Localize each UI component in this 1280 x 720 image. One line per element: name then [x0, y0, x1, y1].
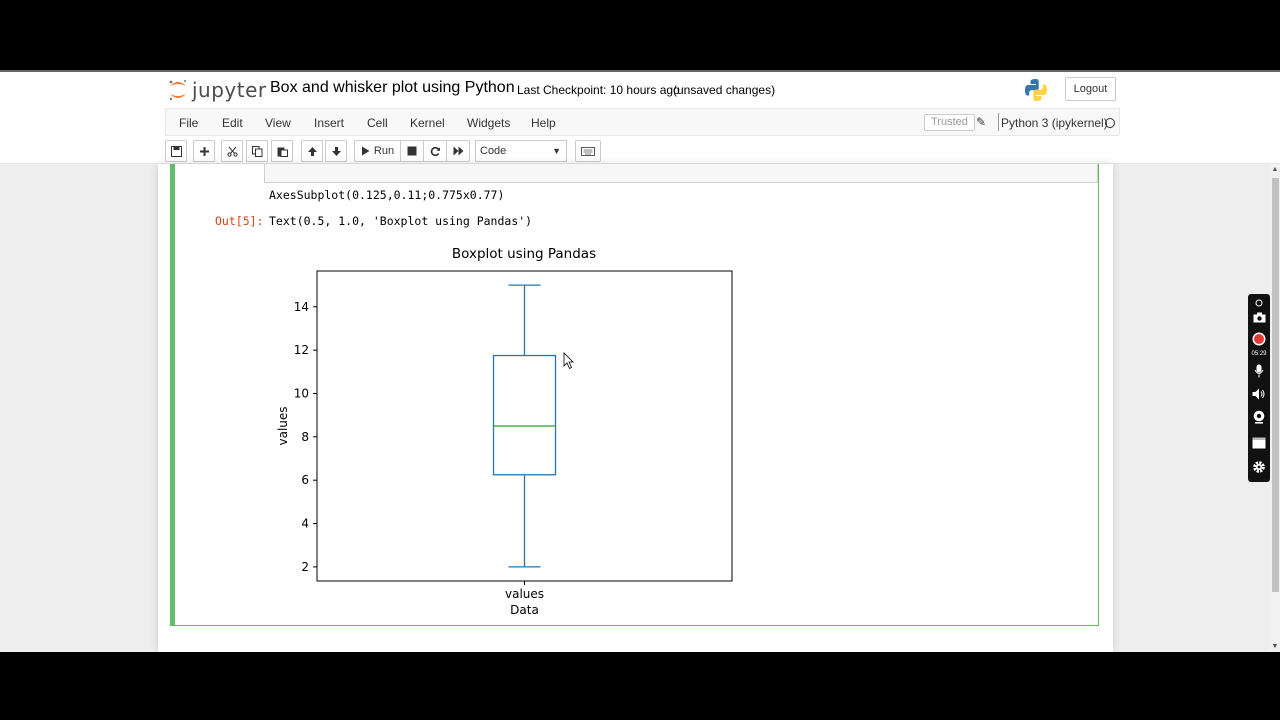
- kernel-separator: [998, 113, 999, 131]
- code-cell-selected[interactable]: AxesSubplot(0.125,0.11;0.775x0.77) Out[5…: [170, 164, 1099, 626]
- jupyter-logo-icon: [169, 80, 186, 101]
- y-tick-label: 12: [294, 343, 309, 357]
- save-button[interactable]: [165, 140, 187, 162]
- notebook-header: jupyter Box and whisker plot using Pytho…: [0, 72, 1280, 108]
- menu-help[interactable]: Help: [531, 116, 556, 130]
- output-text-title: Text(0.5, 1.0, 'Boxplot using Pandas'): [269, 214, 533, 228]
- output-text-axes: AxesSubplot(0.125,0.11;0.775x0.77): [269, 188, 505, 202]
- scrollbar-thumb[interactable]: [1272, 178, 1279, 592]
- scroll-down-arrow-icon[interactable]: ▼: [1271, 643, 1279, 650]
- y-tick-label: 6: [301, 473, 309, 487]
- x-tick-label: values: [505, 587, 544, 601]
- notebook-toolbar: Run Code ▼: [165, 140, 1120, 162]
- cut-cell-button[interactable]: [221, 140, 243, 162]
- kernel-idle-indicator-icon: [1105, 118, 1115, 128]
- notebook-container: AxesSubplot(0.125,0.11;0.775x0.77) Out[5…: [158, 164, 1113, 652]
- y-tick-label: 8: [301, 430, 309, 444]
- y-axis-label: values: [276, 406, 290, 445]
- browser-viewport: jupyter Box and whisker plot using Pytho…: [0, 72, 1280, 652]
- interrupt-button[interactable]: [400, 140, 424, 162]
- scroll-up-arrow-icon[interactable]: ▲: [1271, 166, 1279, 173]
- move-down-button[interactable]: [325, 140, 347, 162]
- checkpoint-status: Last Checkpoint: 10 hours ago: [517, 83, 680, 97]
- paste-cell-button[interactable]: [271, 140, 293, 162]
- notebook-title[interactable]: Box and whisker plot using Python: [270, 79, 515, 97]
- recorder-pin-icon[interactable]: [1251, 296, 1267, 310]
- edit-mode-pencil-icon: ✎: [976, 115, 987, 129]
- y-tick-label: 10: [294, 386, 309, 400]
- arrow-down-icon: [331, 146, 341, 156]
- box-series: [492, 284, 557, 568]
- copy-cell-button[interactable]: [246, 140, 268, 162]
- page-scrollbar[interactable]: ▲ ▼: [1270, 164, 1280, 652]
- mouse-cursor-icon: [563, 352, 574, 370]
- restart-icon: [430, 146, 440, 156]
- run-button-label: Run: [373, 145, 395, 157]
- stop-icon: [407, 146, 417, 156]
- settings-gear-icon[interactable]: [1251, 460, 1267, 474]
- restart-button[interactable]: [423, 140, 447, 162]
- menu-file[interactable]: File: [179, 116, 198, 130]
- paste-icon: [277, 147, 288, 157]
- menubar-area: File Edit View Insert Cell Kernel Widget…: [0, 108, 1280, 164]
- y-axis: 2 4 6 8 10 12 14: [294, 300, 317, 574]
- move-up-button[interactable]: [301, 140, 323, 162]
- run-icon: [361, 146, 370, 156]
- y-tick-label: 14: [294, 300, 309, 314]
- python-logo-icon: [1025, 79, 1047, 101]
- speaker-icon[interactable]: [1251, 387, 1267, 401]
- interquartile-box: [492, 354, 557, 476]
- menubar: File Edit View Insert Cell Kernel Widget…: [165, 108, 1120, 136]
- arrow-up-icon: [307, 146, 317, 156]
- boxplot-figure: Boxplot using Pandas 2 4 6 8 10 12 14 values D…: [276, 246, 733, 617]
- recording-time: 05:29: [1251, 351, 1267, 357]
- chevron-down-icon: ▼: [552, 146, 561, 156]
- menu-kernel[interactable]: Kernel: [410, 116, 445, 130]
- save-icon: [170, 145, 182, 157]
- menu-cell[interactable]: Cell: [367, 116, 388, 130]
- camera-icon[interactable]: [1251, 310, 1267, 324]
- menu-edit[interactable]: Edit: [222, 116, 243, 130]
- insert-cell-button[interactable]: [193, 140, 215, 162]
- scissors-icon: [226, 146, 238, 157]
- menu-view[interactable]: View: [265, 116, 291, 130]
- y-tick-label: 2: [301, 560, 309, 574]
- window-icon[interactable]: [1251, 436, 1267, 450]
- y-tick-label: 4: [301, 517, 309, 531]
- cell-type-select[interactable]: Code ▼: [475, 140, 567, 162]
- screen-recorder-panel: 05:29: [1248, 294, 1270, 482]
- keyboard-icon: [581, 146, 595, 156]
- trusted-badge[interactable]: Trusted: [924, 114, 975, 131]
- logout-button[interactable]: Logout: [1065, 77, 1116, 101]
- copy-icon: [251, 145, 262, 157]
- cell-type-value: Code: [480, 145, 507, 157]
- autosave-status: (unsaved changes): [673, 83, 776, 97]
- webcam-icon[interactable]: [1251, 410, 1267, 424]
- jupyter-logo[interactable]: jupyter: [168, 77, 267, 103]
- output-prompt: Out[5]:: [215, 214, 264, 228]
- record-icon[interactable]: [1251, 332, 1267, 346]
- microphone-icon[interactable]: [1251, 364, 1267, 378]
- command-palette-button[interactable]: [575, 140, 601, 162]
- restart-run-all-button[interactable]: [446, 140, 470, 162]
- menu-insert[interactable]: Insert: [314, 116, 344, 130]
- kernel-name[interactable]: Python 3 (ipykernel): [1001, 116, 1108, 130]
- fast-forward-icon: [453, 146, 463, 156]
- plus-icon: [199, 146, 209, 156]
- chart-title: Boxplot using Pandas: [452, 246, 596, 262]
- code-input-area[interactable]: [264, 164, 1098, 183]
- x-axis-label: Data: [510, 603, 539, 617]
- menu-widgets[interactable]: Widgets: [467, 116, 510, 130]
- jupyter-logo-text: jupyter: [192, 78, 267, 102]
- run-button[interactable]: Run: [354, 140, 401, 162]
